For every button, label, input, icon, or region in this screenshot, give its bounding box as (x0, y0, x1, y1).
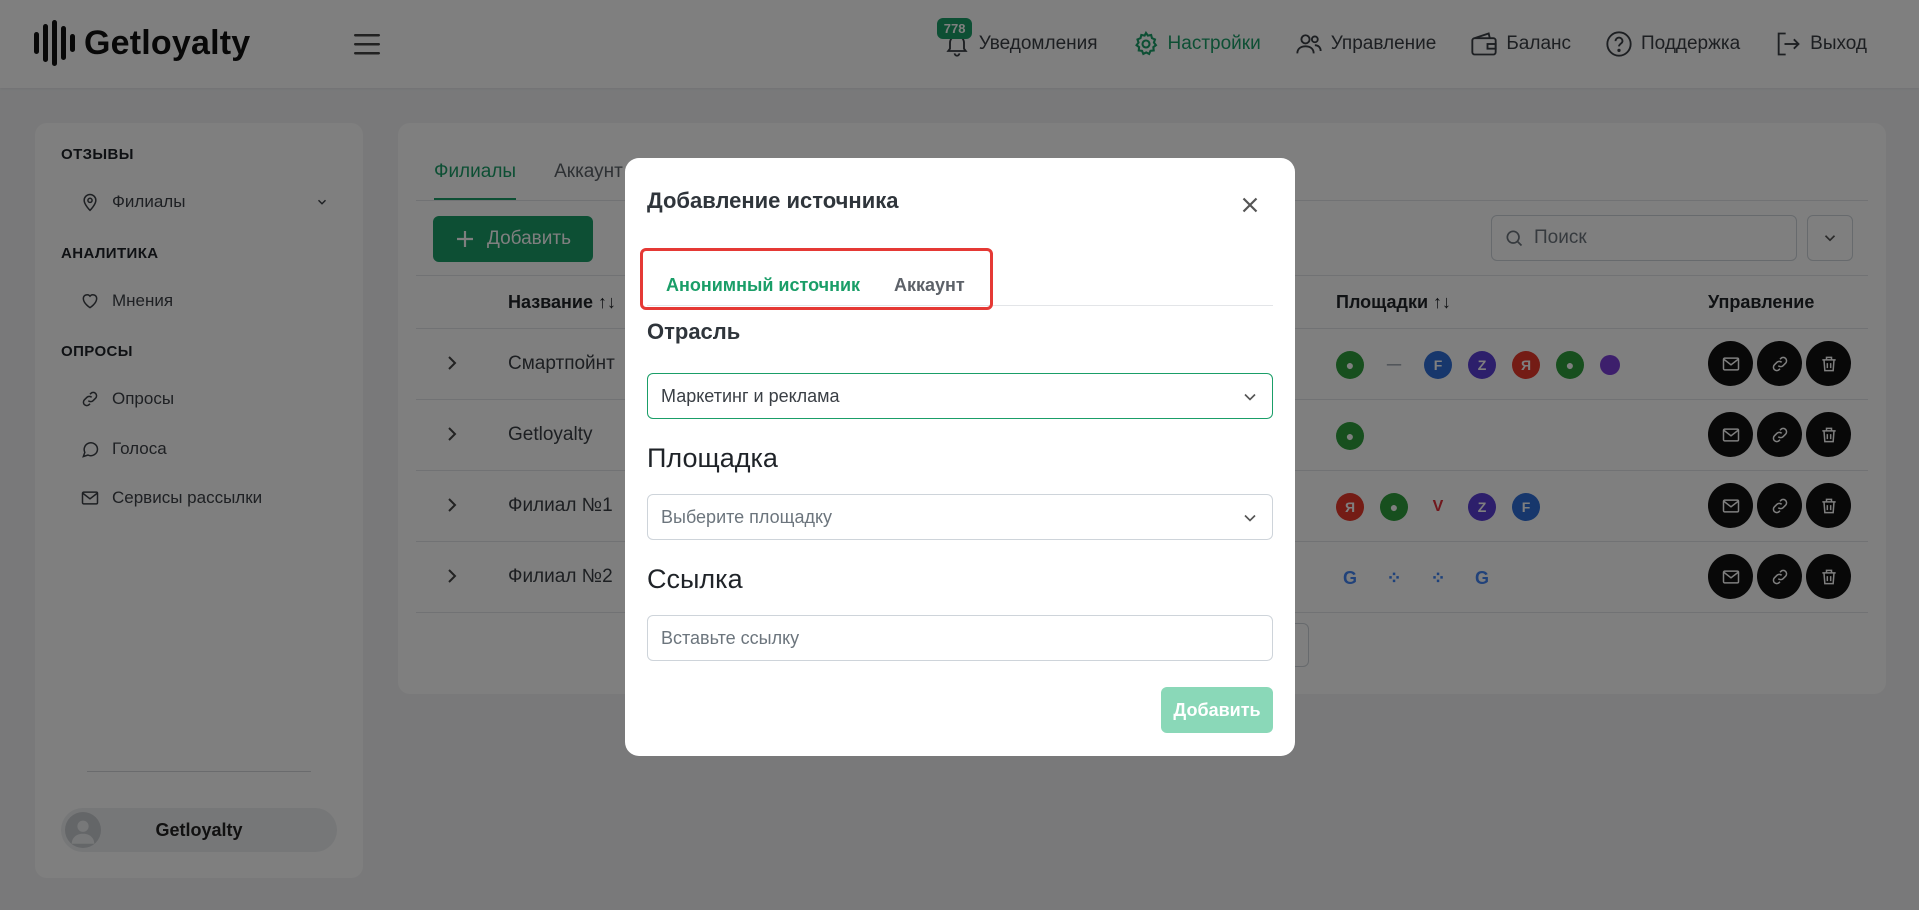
tabs-highlight-annotation (640, 248, 993, 310)
chevron-down-icon (1244, 393, 1256, 401)
link-label: Ссылка (647, 564, 743, 594)
chevron-down-icon (1244, 514, 1256, 522)
close-icon[interactable] (1237, 192, 1263, 218)
modal-title: Добавление источника (647, 188, 899, 213)
industry-label: Отрасль (647, 319, 741, 344)
submit-add-button[interactable]: Добавить (1161, 687, 1273, 733)
industry-value: Маркетинг и реклама (661, 385, 840, 406)
platform-placeholder: Выберите площадку (661, 506, 833, 527)
link-placeholder: Вставьте ссылку (661, 627, 800, 648)
platform-label: Площадка (647, 443, 778, 473)
link-input[interactable]: Вставьте ссылку (647, 615, 1273, 661)
industry-select[interactable]: Маркетинг и реклама (647, 373, 1273, 419)
platform-select[interactable]: Выберите площадку (647, 494, 1273, 540)
